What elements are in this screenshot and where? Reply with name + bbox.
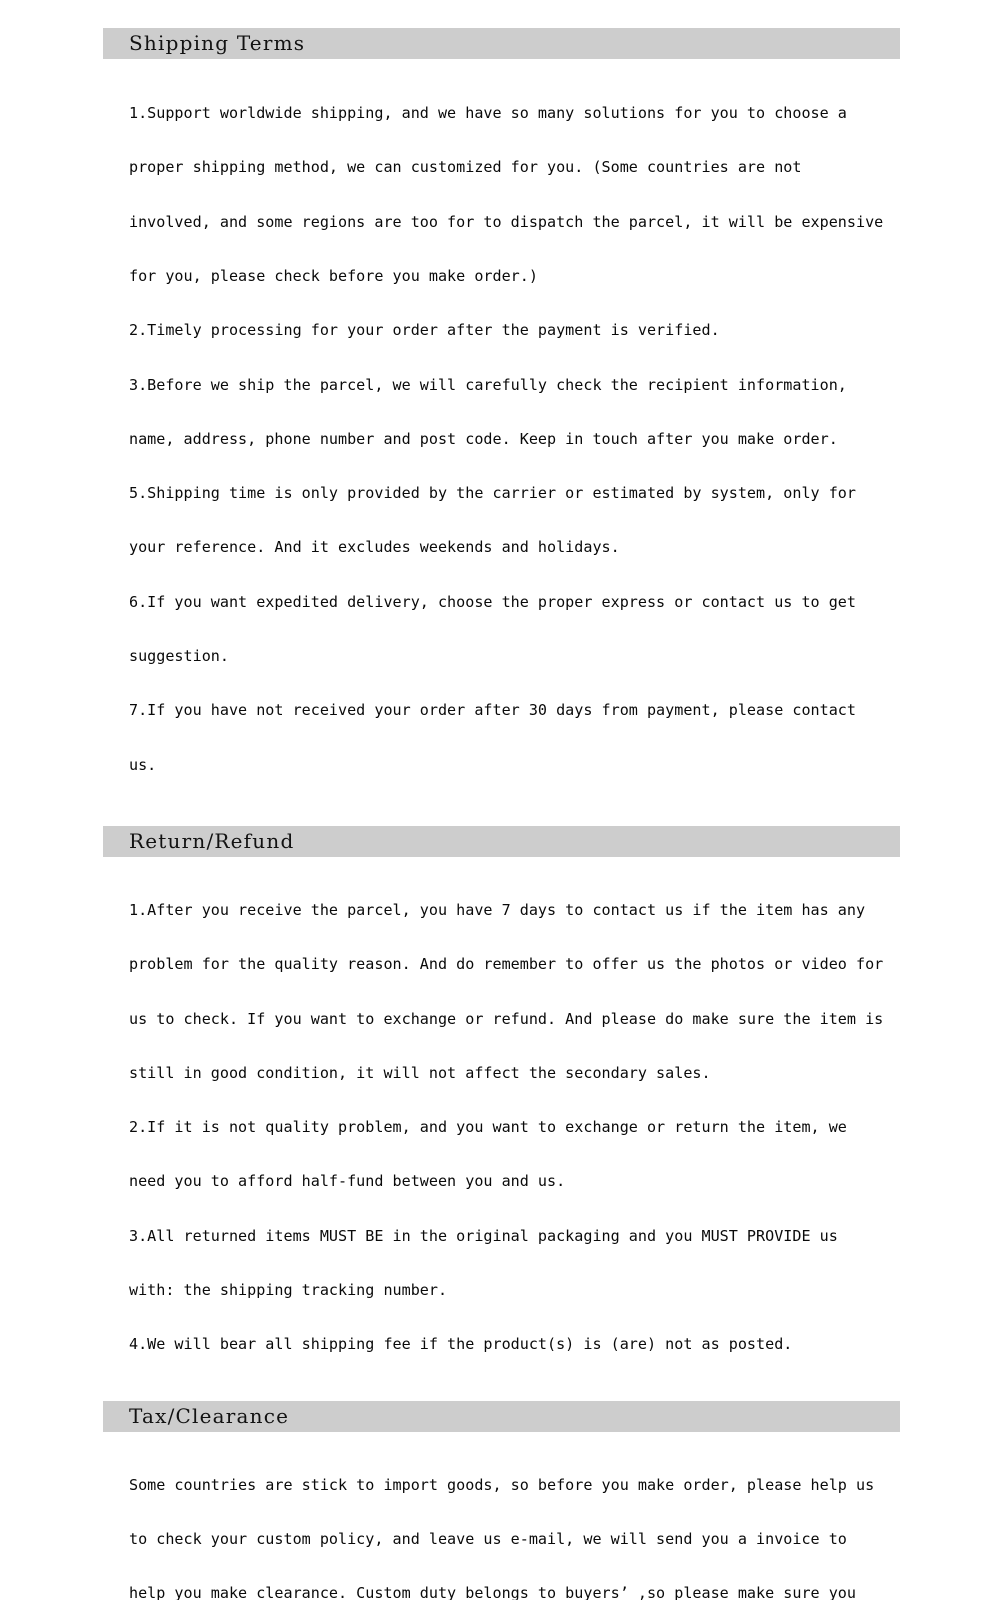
section-return-refund: Return/Refund 1.After you receive the pa… (103, 825, 900, 1390)
body-line: us to check. If you want to exchange or … (129, 1009, 884, 1028)
body-line: involved, and some regions are too for t… (129, 212, 884, 231)
section-shipping-terms: Shipping Terms 1.Support worldwide shipp… (103, 28, 900, 810)
body-line: for you, please check before you make or… (129, 267, 538, 286)
body-line: to check your custom policy, and leave u… (129, 1530, 847, 1549)
body-line: proper shipping method, we can customize… (129, 158, 802, 177)
body-line: 7.If you have not received your order af… (129, 701, 856, 720)
section-heading-return-refund: Return/Refund (103, 825, 900, 857)
section-heading-tax-clearance: Tax/Clearance (103, 1400, 900, 1432)
body-line: 3.Before we ship the parcel, we will car… (129, 375, 847, 394)
policy-document: Shipping Terms 1.Support worldwide shipp… (103, 28, 900, 1600)
body-line: 2.Timely processing for your order after… (129, 321, 720, 340)
body-line: 1.After you receive the parcel, you have… (129, 901, 866, 920)
body-line: need you to afford half-fund between you… (129, 1172, 566, 1191)
body-line: still in good condition, it will not aff… (129, 1063, 711, 1082)
body-line: your reference. And it excludes weekends… (129, 538, 620, 557)
body-line: us. (129, 755, 157, 774)
body-line: with: the shipping tracking number. (129, 1281, 448, 1299)
section-body-tax-clearance: Some countries are stick to import goods… (103, 1432, 900, 1600)
body-line: help you make clearance. Custom duty bel… (129, 1584, 856, 1600)
section-body-shipping-terms: 1.Support worldwide shipping, and we hav… (103, 59, 900, 810)
body-line: Some countries are stick to import goods… (129, 1475, 875, 1494)
body-line: 4.We will bear all shipping fee if the p… (129, 1335, 793, 1354)
body-line: suggestion. (129, 647, 229, 665)
body-line: 2.If it is not quality problem, and you … (129, 1118, 847, 1137)
body-line: name, address, phone number and post cod… (129, 429, 838, 448)
body-line: problem for the quality reason. And do r… (129, 955, 884, 974)
body-line: 5.Shipping time is only provided by the … (129, 484, 856, 503)
section-body-return-refund: 1.After you receive the parcel, you have… (103, 857, 900, 1390)
section-tax-clearance: Tax/Clearance Some countries are stick t… (103, 1400, 900, 1600)
body-line: 6.If you want expedited delivery, choose… (129, 592, 856, 611)
document-page: Shipping Terms 1.Support worldwide shipp… (0, 0, 1000, 1600)
body-line: 3.All returned items MUST BE in the orig… (129, 1226, 838, 1245)
body-line: 1.Support worldwide shipping, and we hav… (129, 104, 847, 123)
section-heading-shipping-terms: Shipping Terms (103, 28, 900, 59)
